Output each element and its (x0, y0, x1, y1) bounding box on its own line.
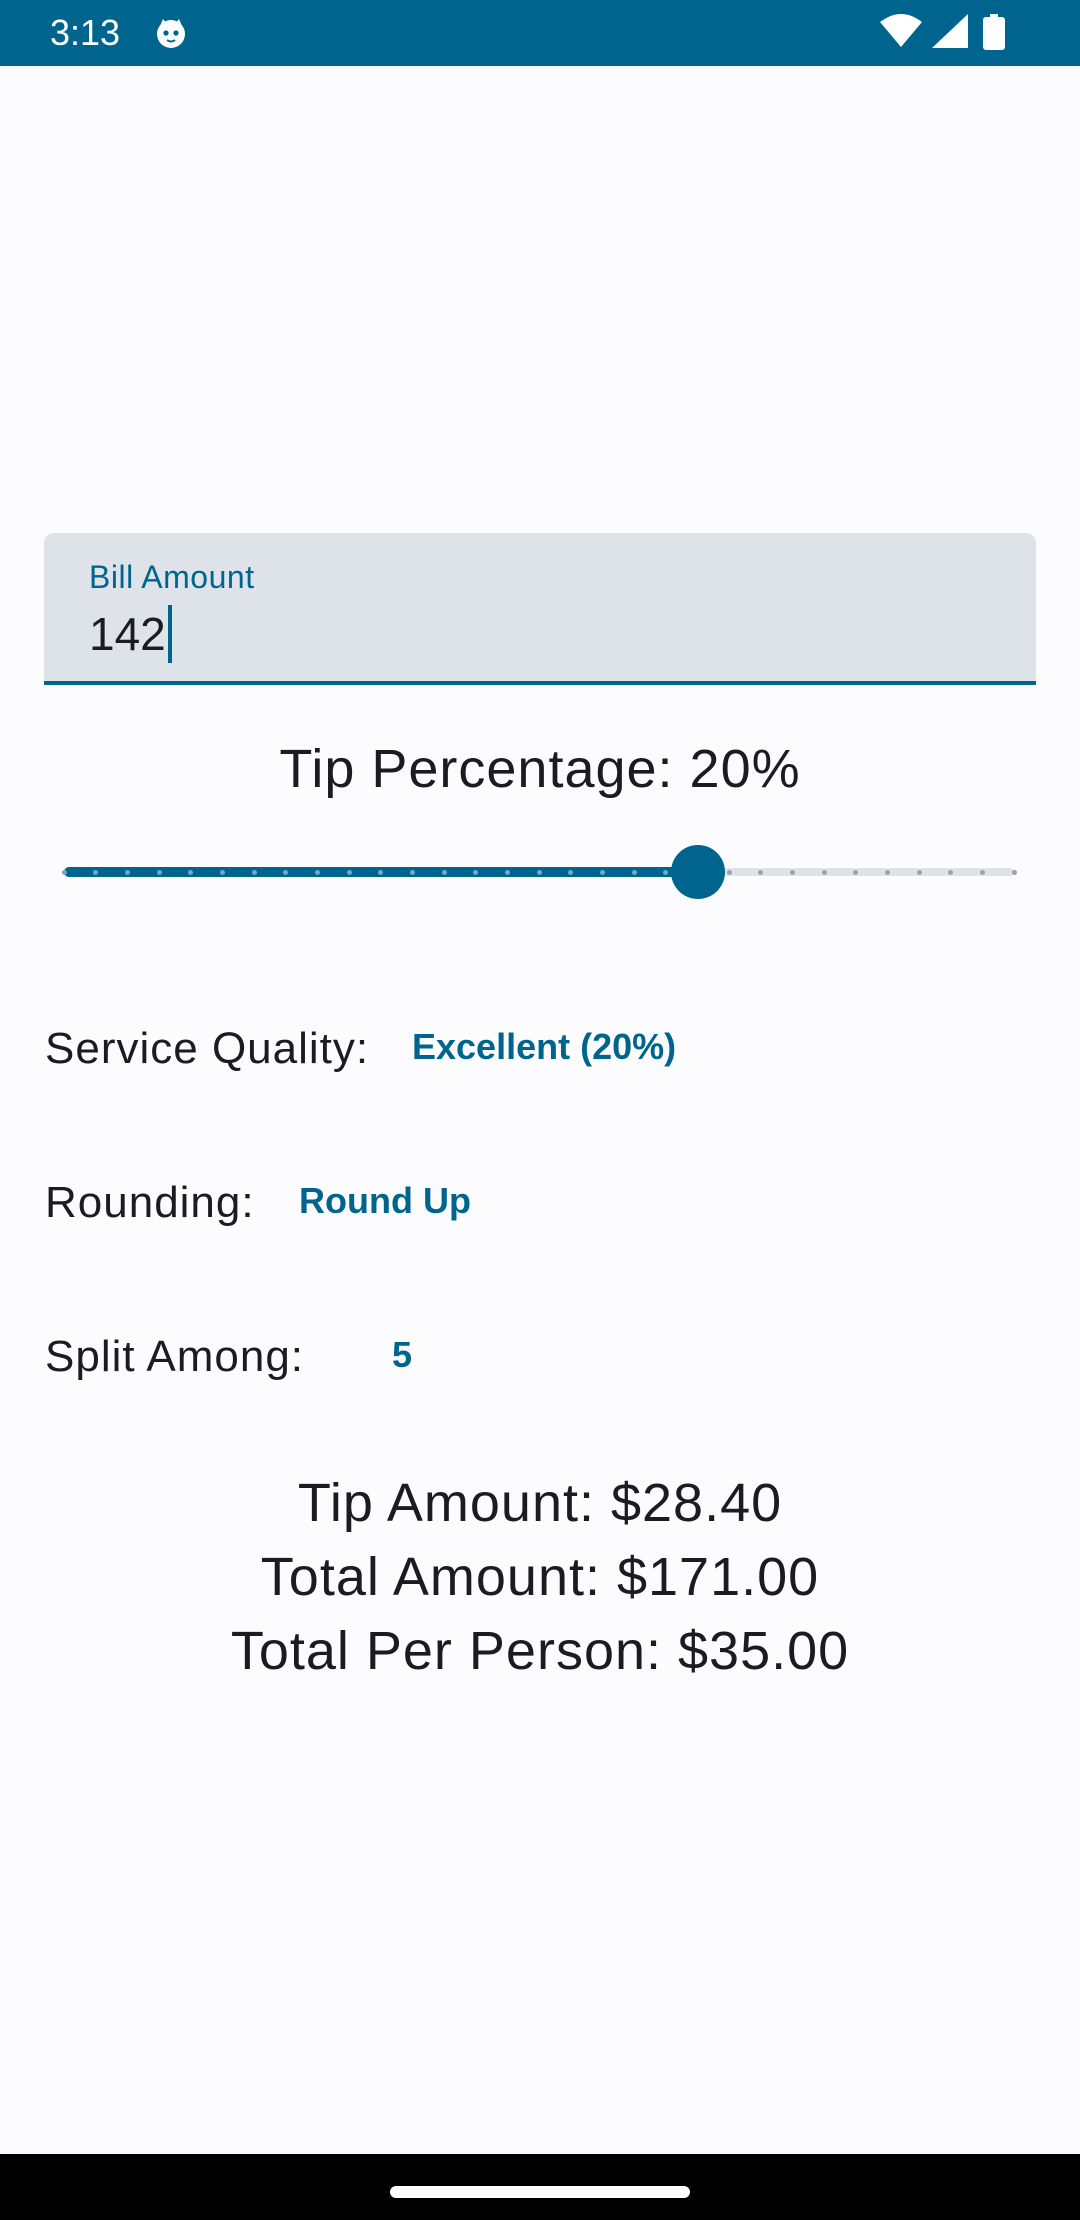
tip-percentage-slider[interactable] (61, 845, 1017, 899)
split-among-dropdown[interactable]: 5 (392, 1334, 412, 1376)
slider-tick (124, 870, 130, 875)
tip-percentage-label: Tip Percentage: 20% (279, 739, 801, 799)
total-amount-result: Total Amount: $171.00 (260, 1547, 820, 1607)
slider-thumb[interactable] (670, 845, 725, 899)
status-time: 3:13 (50, 12, 121, 53)
cat-notification-icon (157, 19, 185, 48)
signal-icon (932, 14, 968, 48)
slider-tick (441, 870, 447, 875)
per-person-result: Total Per Person: $35.00 (230, 1621, 850, 1681)
rounding-dropdown[interactable]: Round Up (299, 1180, 471, 1222)
slider-tick (61, 870, 67, 875)
split-among-label: Split Among: (45, 1332, 305, 1381)
bill-amount-label: Bill Amount (89, 559, 255, 595)
text-cursor (167, 605, 172, 663)
wifi-icon (880, 14, 922, 47)
slider-tick (884, 870, 890, 875)
service-quality-dropdown[interactable]: Excellent (20%) (412, 1026, 676, 1068)
slider-tick (536, 870, 542, 875)
slider-tick (346, 870, 352, 875)
slider-tick (726, 870, 732, 875)
slider-tick (821, 870, 827, 875)
slider-tick (916, 870, 922, 875)
slider-tick (979, 870, 985, 875)
slider-tick (409, 870, 415, 875)
bill-amount-value: 142 (89, 608, 166, 660)
service-quality-label: Service Quality: (45, 1024, 370, 1073)
bill-amount-field[interactable]: Bill Amount 142 (44, 533, 1036, 685)
slider-tick (631, 870, 637, 875)
slider-tick (314, 870, 320, 875)
navigation-bar (0, 2154, 1080, 2220)
slider-tick (251, 870, 257, 875)
bill-amount-input[interactable]: 142 (89, 605, 172, 663)
slider-tick (504, 870, 510, 875)
slider-tick (789, 870, 795, 875)
slider-tick (1011, 870, 1017, 875)
status-bar: 3:13 (0, 0, 1080, 66)
slider-tick (219, 870, 225, 875)
battery-icon (983, 14, 1005, 50)
slider-tick (599, 870, 605, 875)
slider-tick (156, 870, 162, 875)
tip-amount-result: Tip Amount: $28.40 (297, 1473, 783, 1533)
rounding-label: Rounding: (45, 1178, 255, 1227)
home-gesture-handle[interactable] (390, 2186, 690, 2198)
